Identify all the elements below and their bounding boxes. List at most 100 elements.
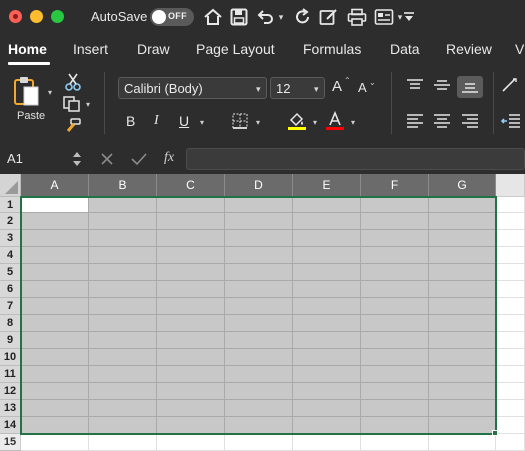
cell-b8[interactable] — [89, 315, 157, 332]
column-header-e[interactable]: E — [293, 174, 361, 197]
copy-icon[interactable] — [62, 95, 82, 113]
cell-a3[interactable] — [21, 230, 89, 247]
cell-g14[interactable] — [429, 417, 496, 434]
cell-b2[interactable] — [89, 213, 157, 230]
cell-e9[interactable] — [293, 332, 361, 349]
cell-c6[interactable] — [157, 281, 225, 298]
cell-h14[interactable] — [496, 417, 525, 434]
undo-dropdown-icon[interactable]: ▾ — [276, 7, 286, 27]
cell-c12[interactable] — [157, 383, 225, 400]
fill-handle[interactable] — [492, 430, 498, 436]
redo-icon[interactable] — [293, 7, 313, 27]
cell-f15[interactable] — [361, 434, 429, 451]
cell-b5[interactable] — [89, 264, 157, 281]
cell-h9[interactable] — [496, 332, 525, 349]
paste-dropdown-icon[interactable]: ▾ — [48, 88, 52, 97]
cell-f12[interactable] — [361, 383, 429, 400]
cell-b1[interactable] — [89, 197, 157, 213]
cell-g13[interactable] — [429, 400, 496, 417]
align-middle-icon[interactable] — [431, 76, 453, 94]
cell-c5[interactable] — [157, 264, 225, 281]
align-right-icon[interactable] — [459, 112, 481, 130]
row-header-5[interactable]: 5 — [0, 264, 21, 281]
name-box[interactable]: A1 — [0, 144, 90, 174]
cell-a14[interactable] — [21, 417, 89, 434]
cell-a15[interactable] — [21, 434, 89, 451]
home-icon[interactable] — [202, 7, 224, 27]
cell-c3[interactable] — [157, 230, 225, 247]
column-header-d[interactable]: D — [225, 174, 293, 197]
row-header-9[interactable]: 9 — [0, 332, 21, 349]
cell-e3[interactable] — [293, 230, 361, 247]
align-center-icon[interactable] — [431, 112, 453, 130]
copy-dropdown-icon[interactable]: ▾ — [86, 100, 90, 109]
row-header-13[interactable]: 13 — [0, 400, 21, 417]
cell-d7[interactable] — [225, 298, 293, 315]
cell-f2[interactable] — [361, 213, 429, 230]
column-header-h[interactable] — [496, 174, 525, 197]
format-painter-icon[interactable] — [62, 117, 82, 135]
cell-g15[interactable] — [429, 434, 496, 451]
cell-c2[interactable] — [157, 213, 225, 230]
tab-formulas[interactable]: Formulas — [303, 41, 361, 57]
cell-g11[interactable] — [429, 366, 496, 383]
row-header-7[interactable]: 7 — [0, 298, 21, 315]
font-name-select[interactable]: Calibri (Body) ▾ — [118, 77, 267, 99]
cell-h13[interactable] — [496, 400, 525, 417]
row-header-11[interactable]: 11 — [0, 366, 21, 383]
cell-c11[interactable] — [157, 366, 225, 383]
column-header-g[interactable]: G — [429, 174, 496, 197]
cell-h8[interactable] — [496, 315, 525, 332]
minimize-window-button[interactable] — [30, 10, 43, 23]
row-header-14[interactable]: 14 — [0, 417, 21, 434]
tab-insert[interactable]: Insert — [73, 41, 108, 57]
cell-f5[interactable] — [361, 264, 429, 281]
cell-e15[interactable] — [293, 434, 361, 451]
fill-color-dropdown-icon[interactable]: ▾ — [313, 118, 317, 127]
cell-g6[interactable] — [429, 281, 496, 298]
cell-b7[interactable] — [89, 298, 157, 315]
cell-c9[interactable] — [157, 332, 225, 349]
cell-b10[interactable] — [89, 349, 157, 366]
cell-e1[interactable] — [293, 197, 361, 213]
tab-home[interactable]: Home — [8, 41, 47, 57]
tab-data[interactable]: Data — [390, 41, 420, 57]
cell-a7[interactable] — [21, 298, 89, 315]
cell-e14[interactable] — [293, 417, 361, 434]
tab-page-layout[interactable]: Page Layout — [196, 41, 275, 57]
cell-d1[interactable] — [225, 197, 293, 213]
cell-g7[interactable] — [429, 298, 496, 315]
cell-f9[interactable] — [361, 332, 429, 349]
font-color-icon[interactable] — [324, 111, 346, 131]
maximize-window-button[interactable] — [51, 10, 64, 23]
insert-function-icon[interactable]: fx — [164, 150, 174, 166]
cut-icon[interactable] — [64, 72, 82, 92]
cell-a4[interactable] — [21, 247, 89, 264]
cell-a11[interactable] — [21, 366, 89, 383]
cell-e12[interactable] — [293, 383, 361, 400]
cell-h10[interactable] — [496, 349, 525, 366]
cell-g10[interactable] — [429, 349, 496, 366]
cell-g8[interactable] — [429, 315, 496, 332]
cell-f10[interactable] — [361, 349, 429, 366]
paste-icon[interactable] — [12, 74, 42, 108]
tab-view[interactable]: V — [515, 41, 524, 57]
cell-c14[interactable] — [157, 417, 225, 434]
grow-font-button[interactable]: A — [332, 78, 342, 95]
cell-d2[interactable] — [225, 213, 293, 230]
cell-f6[interactable] — [361, 281, 429, 298]
cell-d15[interactable] — [225, 434, 293, 451]
cell-f7[interactable] — [361, 298, 429, 315]
cell-a13[interactable] — [21, 400, 89, 417]
font-color-dropdown-icon[interactable]: ▾ — [351, 118, 355, 127]
form-icon[interactable] — [373, 7, 395, 27]
tab-draw[interactable]: Draw — [137, 41, 170, 57]
cancel-entry-icon[interactable] — [100, 152, 114, 171]
row-header-12[interactable]: 12 — [0, 383, 21, 400]
cell-d3[interactable] — [225, 230, 293, 247]
cell-f13[interactable] — [361, 400, 429, 417]
cell-h1[interactable] — [496, 197, 525, 213]
cell-h6[interactable] — [496, 281, 525, 298]
column-header-b[interactable]: B — [89, 174, 157, 197]
cell-d6[interactable] — [225, 281, 293, 298]
